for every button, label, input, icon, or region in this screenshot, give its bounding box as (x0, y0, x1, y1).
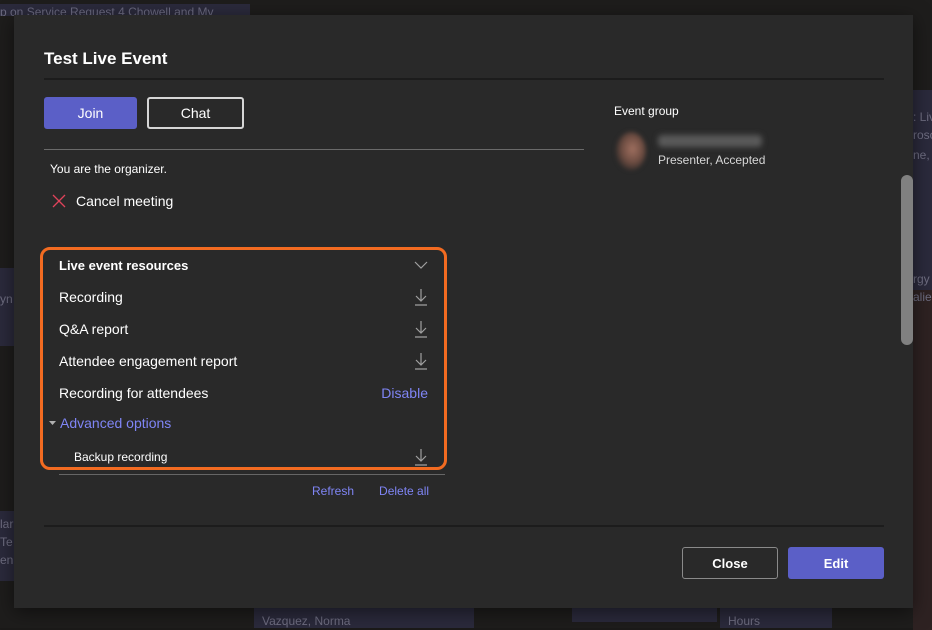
resource-label: Q&A report (59, 321, 128, 337)
resource-label: Backup recording (74, 450, 167, 464)
background-event-bottom-1: Vazquez, Norma (254, 608, 474, 628)
chevron-down-icon[interactable] (414, 261, 428, 269)
title-divider (44, 78, 884, 80)
resource-label: Recording (59, 289, 123, 305)
scrollbar-thumb[interactable] (901, 175, 913, 345)
resource-item: Q&A report (59, 319, 428, 339)
organizer-note: You are the organizer. (50, 162, 167, 176)
close-icon (52, 194, 66, 208)
background-event-bottom-3: Hours (720, 608, 832, 628)
background-event-left-2: lar Te en (0, 511, 14, 581)
refresh-link[interactable]: Refresh (312, 484, 354, 498)
resources-actions: Refresh Delete all (312, 484, 429, 498)
resource-label: Attendee engagement report (59, 353, 237, 369)
background-event-text: Hours (728, 614, 760, 628)
event-group-member[interactable]: Presenter, Accepted (616, 132, 765, 170)
background-event-text: ne, I (913, 148, 932, 162)
cancel-meeting-button[interactable]: Cancel meeting (52, 193, 173, 209)
resource-item: Backup recording (74, 447, 428, 467)
advanced-options-label: Advanced options (60, 415, 171, 431)
background-event-text: : Liv (913, 110, 932, 124)
background-event-text: en (0, 553, 13, 567)
close-button[interactable]: Close (682, 547, 778, 579)
resource-item: Recording (59, 287, 428, 307)
resources-header-label: Live event resources (59, 258, 188, 273)
disable-recording-link[interactable]: Disable (381, 385, 428, 401)
dialog-title: Test Live Event (44, 49, 167, 69)
avatar (616, 132, 646, 170)
footer-divider (44, 525, 884, 527)
download-icon[interactable] (414, 320, 428, 338)
background-event-bottom-2 (572, 608, 717, 622)
background-event-text: yn (0, 292, 13, 306)
background-event-text: alie (913, 290, 932, 304)
resources-header[interactable]: Live event resources (59, 255, 428, 275)
delete-all-link[interactable]: Delete all (379, 484, 429, 498)
background-event-text: Vazquez, Norma (262, 614, 350, 628)
download-icon[interactable] (414, 288, 428, 306)
download-icon[interactable] (414, 352, 428, 370)
join-button[interactable]: Join (44, 97, 137, 129)
event-details-dialog: Test Live Event Join Chat You are the or… (14, 15, 913, 608)
resource-item: Recording for attendees Disable (59, 383, 428, 403)
resources-divider (59, 474, 445, 475)
background-event-text: roso (913, 128, 932, 142)
chat-button[interactable]: Chat (147, 97, 244, 129)
member-name-redacted (658, 135, 762, 147)
background-event-text: lar (0, 517, 13, 531)
section-divider (44, 149, 584, 150)
member-role: Presenter, Accepted (658, 153, 765, 167)
download-icon[interactable] (414, 448, 428, 466)
event-group-heading: Event group (614, 104, 679, 118)
background-event-right-1: : Liv roso ne, I rgy (913, 90, 932, 290)
background-event-text: rgy (913, 272, 930, 286)
edit-button[interactable]: Edit (788, 547, 884, 579)
background-event-left-1: yn (0, 268, 14, 346)
resource-label: Recording for attendees (59, 385, 208, 401)
cancel-meeting-label: Cancel meeting (76, 193, 173, 209)
member-info: Presenter, Accepted (658, 135, 765, 167)
advanced-options-toggle[interactable]: Advanced options (49, 415, 171, 431)
background-event-right-2: alie (913, 290, 932, 630)
background-event-text: Te (0, 535, 13, 549)
live-event-resources-panel: Live event resources Recording Q&A repor… (40, 247, 447, 470)
caret-down-icon (49, 421, 56, 426)
resource-item: Attendee engagement report (59, 351, 428, 371)
